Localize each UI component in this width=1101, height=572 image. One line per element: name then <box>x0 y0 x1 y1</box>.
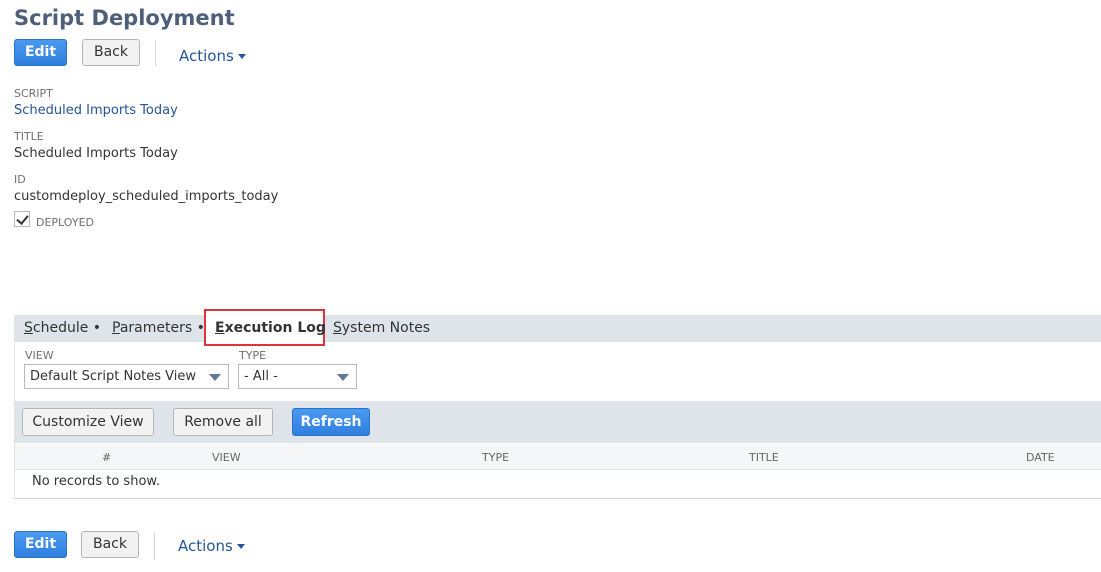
tab-system-notes[interactable]: System Notes <box>333 315 430 342</box>
deployed-checkbox <box>14 211 30 227</box>
remove-all-button[interactable]: Remove all <box>173 408 273 436</box>
actions-label: Actions <box>179 47 234 65</box>
toolbar-divider <box>155 40 156 66</box>
table-header-row <box>15 444 1101 470</box>
tab-parameters[interactable]: Parameters • <box>112 315 205 342</box>
title-label: Title <box>14 130 44 143</box>
id-label: ID <box>14 173 26 186</box>
caret-down-icon <box>237 54 246 59</box>
caret-down-icon <box>236 544 245 549</box>
back-button-bottom[interactable]: Back <box>81 531 139 558</box>
view-select[interactable]: Default Script Notes View <box>24 364 229 389</box>
title-value: Scheduled Imports Today <box>14 146 178 161</box>
empty-message: No records to show. <box>32 474 160 489</box>
view-filter-label: View <box>25 349 54 362</box>
column-header-date[interactable]: Date <box>1026 451 1055 464</box>
edit-button-bottom[interactable]: Edit <box>14 531 67 558</box>
actions-label: Actions <box>178 537 233 555</box>
column-header-title[interactable]: Title <box>749 451 779 464</box>
type-select[interactable]: - All - <box>238 364 357 389</box>
deployed-label: Deployed <box>36 216 94 229</box>
script-link[interactable]: Scheduled Imports Today <box>14 103 178 118</box>
type-filter-label: Type <box>239 349 267 362</box>
customize-view-button[interactable]: Customize View <box>22 408 154 436</box>
tab-schedule[interactable]: Schedule • <box>24 315 101 342</box>
tab-execution-log[interactable]: Execution Log <box>215 315 326 342</box>
actions-menu[interactable]: Actions <box>179 47 246 65</box>
edit-button[interactable]: Edit <box>14 39 67 66</box>
type-select-value: - All - <box>244 369 278 384</box>
id-value: customdeploy_scheduled_imports_today <box>14 189 279 204</box>
script-label: Script <box>14 87 53 100</box>
column-header-number[interactable]: # <box>102 451 111 464</box>
back-button[interactable]: Back <box>82 39 140 66</box>
refresh-button[interactable]: Refresh <box>292 408 370 436</box>
toolbar-divider <box>154 532 155 560</box>
actions-menu-bottom[interactable]: Actions <box>178 537 245 555</box>
column-header-type[interactable]: Type <box>482 451 509 464</box>
checkmark-icon <box>16 212 29 225</box>
column-header-view[interactable]: View <box>212 451 241 464</box>
page-title: Script Deployment <box>14 6 235 30</box>
dropdown-arrow-icon <box>209 374 221 381</box>
dropdown-arrow-icon <box>337 374 349 381</box>
view-select-value: Default Script Notes View <box>30 369 196 384</box>
